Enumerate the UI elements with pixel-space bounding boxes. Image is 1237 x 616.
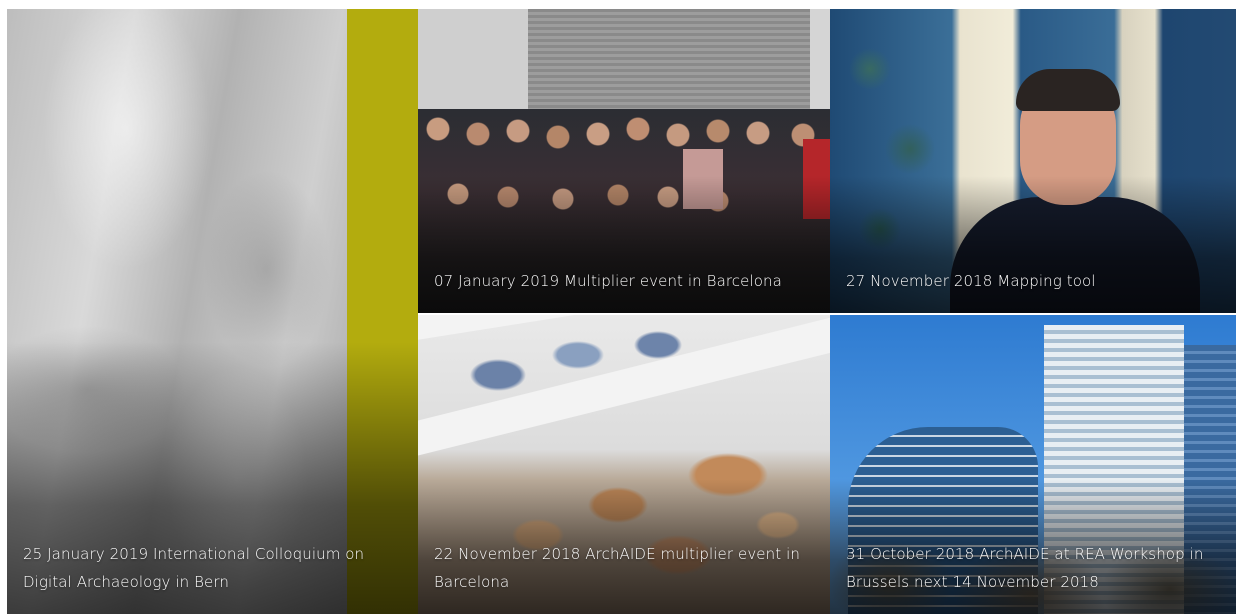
news-tile-caption[interactable]: 31 October 2018 ArchAIDE at REA Workshop… xyxy=(846,540,1218,596)
news-tile-caption[interactable]: 25 January 2019 International Colloquium… xyxy=(23,540,400,596)
news-tile-archaide-multiplier[interactable]: 22 November 2018 ArchAIDE multiplier eve… xyxy=(418,315,830,614)
news-tile-mapping-tool[interactable]: 27 November 2018 Mapping tool xyxy=(830,9,1236,313)
news-tile-colloquium-bern[interactable]: 25 January 2019 International Colloquium… xyxy=(7,9,418,614)
news-tile-caption[interactable]: 22 November 2018 ArchAIDE multiplier eve… xyxy=(434,540,812,596)
news-grid: 25 January 2019 International Colloquium… xyxy=(7,9,1236,614)
news-tile-caption[interactable]: 07 January 2019 Multiplier event in Barc… xyxy=(434,267,812,295)
news-tile-rea-workshop-brussels[interactable]: 31 October 2018 ArchAIDE at REA Workshop… xyxy=(830,315,1236,614)
news-tile-caption[interactable]: 27 November 2018 Mapping tool xyxy=(846,267,1218,295)
news-tile-multiplier-barcelona[interactable]: 07 January 2019 Multiplier event in Barc… xyxy=(418,9,830,313)
